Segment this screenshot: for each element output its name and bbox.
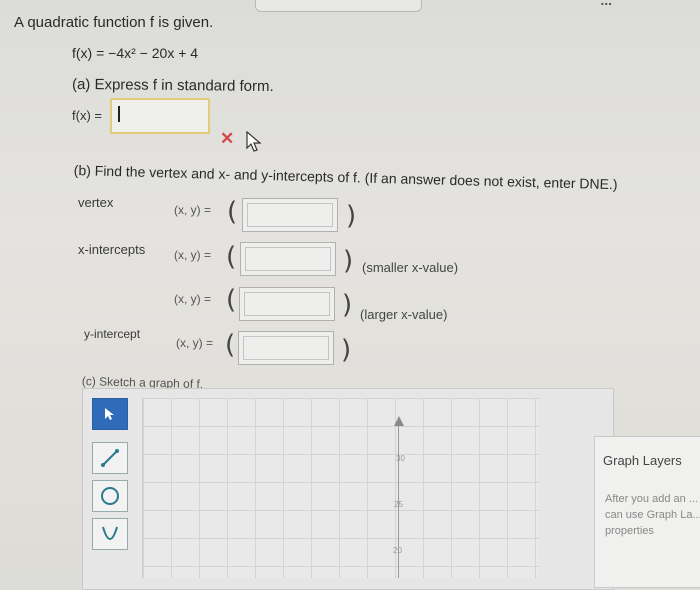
problem-intro: A quadratic function f is given. [14,14,214,31]
y-intercept-close-paren: ) [341,335,352,365]
function-definition: f(x) = −4x² − 20x + 4 [72,45,199,61]
circle-tool-button[interactable] [92,480,128,512]
line-tool-button[interactable] [92,442,128,474]
x-intercept-larger-xy-label: (x, y) = [174,292,212,306]
part-a-prompt: (a) Express f in standard form. [71,75,274,96]
mouse-cursor-icon [246,130,262,158]
x-intercept-larger-close-paren: ) [342,290,353,320]
y-axis-arrow-icon [394,416,404,426]
y-intercept-input[interactable] [238,331,334,365]
vertex-label: vertex [78,195,114,210]
x-intercept-smaller-close-paren: ) [343,246,354,276]
parabola-icon [102,526,118,540]
x-intercept-larger-input[interactable] [239,287,335,321]
standard-form-input[interactable] [110,98,210,134]
x-intercept-smaller-xy-label: (x, y) = [174,248,212,262]
graph-layers-description: After you add an ... can use Graph La...… [605,493,700,537]
top-fragment: ... [600,0,612,8]
circle-icon [101,487,119,505]
vertex-input[interactable] [242,198,338,232]
x-intercept-smaller-open-paren: ( [226,242,237,272]
x-intercept-smaller-input[interactable] [240,242,336,276]
pointer-tool-button[interactable] [92,398,128,430]
top-bar [255,0,422,12]
graph-toolbar [92,398,134,578]
vertex-close-paren: ) [346,201,357,231]
part-a-label: f(x) = [72,108,102,123]
part-b-prompt: (b) Find the vertex and x- and y-interce… [73,162,618,193]
graph-grid[interactable] [142,398,539,578]
larger-x-value-note: (larger x-value) [360,307,448,322]
y-intercept-label: y-intercept [84,327,141,341]
y-tick-label: 20 [393,546,402,555]
pointer-icon [105,408,114,420]
y-intercept-xy-label: (x, y) = [176,336,214,350]
smaller-x-value-note: (smaller x-value) [362,260,459,275]
vertex-xy-label: (x, y) = [174,203,212,217]
y-tick-label: 30 [396,454,405,463]
x-intercepts-label: x-intercepts [78,242,146,257]
x-mark-icon: ✕ [220,129,235,148]
x-intercept-larger-open-paren: ( [226,285,237,315]
y-intercept-open-paren: ( [225,330,236,360]
y-tick-label: 25 [394,500,403,509]
line-icon [101,449,119,467]
graph-layers-panel: Graph Layers After you add an ... can us… [594,436,700,588]
vertex-open-paren: ( [227,197,238,227]
parabola-tool-button[interactable] [92,518,128,550]
graph-layers-title: Graph Layers [603,453,682,468]
text-caret [118,106,120,122]
